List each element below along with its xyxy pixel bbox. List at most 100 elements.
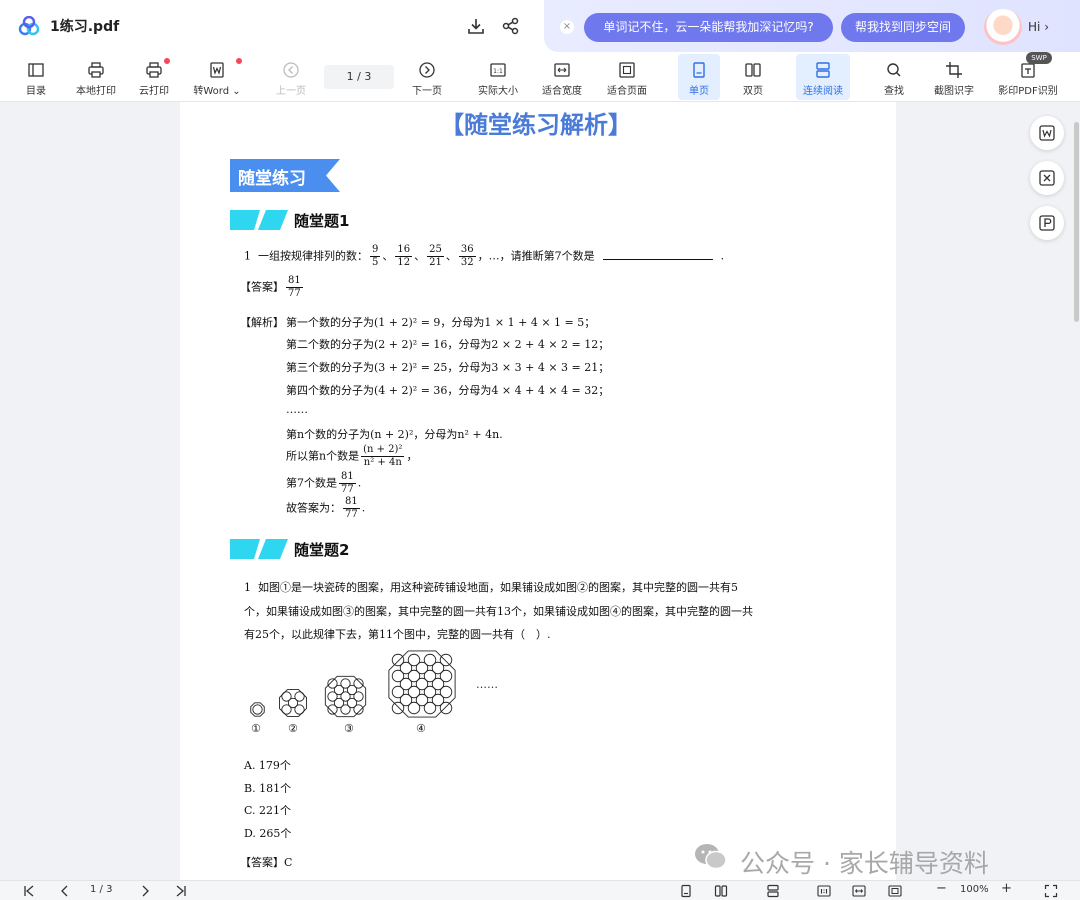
tile-circle bbox=[399, 677, 413, 691]
side-to-ppt-button[interactable] bbox=[1030, 206, 1064, 240]
section-label: 随堂练习 bbox=[238, 169, 306, 189]
app-logo-icon bbox=[18, 16, 40, 36]
q1-frac-1: 95 bbox=[370, 244, 381, 268]
double-page-label: 双页 bbox=[743, 86, 763, 97]
double-page-button[interactable]: 双页 bbox=[732, 52, 774, 102]
side-to-excel-button[interactable] bbox=[1030, 161, 1064, 195]
q1-frac-4: 36 32 bbox=[458, 244, 476, 268]
cloud-print-notification-dot bbox=[164, 58, 170, 64]
q2-heading: 随堂题2 bbox=[294, 541, 350, 559]
tile-circle bbox=[333, 684, 345, 696]
word-doc-icon bbox=[1039, 125, 1055, 141]
chevron-right-circle-icon bbox=[419, 62, 435, 78]
continuous-read-button[interactable]: 连续阅读 bbox=[796, 54, 850, 100]
watermark-text: 公众号 · 家长辅导资料 bbox=[740, 849, 989, 878]
ai-suggestion-memory-button[interactable]: 单词记不住，云一朵能帮我加深记忆吗? bbox=[584, 13, 833, 42]
side-to-word-button[interactable] bbox=[1030, 116, 1064, 150]
tile-figure bbox=[250, 702, 265, 717]
q1-analysis-line: …… bbox=[286, 403, 308, 416]
cloud-printer-icon bbox=[146, 62, 162, 78]
double-page-icon bbox=[745, 63, 761, 77]
zoom-out-button[interactable]: − bbox=[936, 881, 947, 896]
fit-page-button[interactable]: 适合页面 bbox=[600, 52, 654, 102]
download-icon[interactable] bbox=[466, 16, 486, 36]
fit-page-label: 适合页面 bbox=[607, 86, 647, 97]
share-icon[interactable] bbox=[501, 16, 521, 36]
screenshot-ocr-button[interactable]: 截图识字 bbox=[928, 52, 980, 102]
single-page-button[interactable]: 单页 bbox=[678, 54, 720, 100]
ai-bar-close-button[interactable]: × bbox=[560, 20, 574, 34]
tile-figure bbox=[324, 675, 367, 718]
q1-analysis-label: 【解析】 bbox=[240, 316, 284, 329]
q2-stem-line: 1 如图①是一块瓷砖的图案，用这种瓷砖铺设地面，如果铺设成如图②的图案，其中完整… bbox=[244, 581, 738, 594]
q1-answer-blank bbox=[602, 258, 713, 260]
ppt-doc-icon bbox=[1039, 215, 1055, 231]
tile-circle bbox=[431, 693, 445, 707]
q2-stem-line: 个，如果铺设成如图③的图案，其中完整的圆一共有13个，如果铺设成如图④的图案，其… bbox=[244, 605, 753, 618]
chevron-left-circle-icon bbox=[283, 62, 299, 78]
actual-size-icon[interactable] bbox=[817, 884, 831, 898]
next-page-label: 下一页 bbox=[412, 86, 442, 97]
page-number-input[interactable]: 1 / 3 bbox=[324, 65, 394, 89]
last-page-icon[interactable] bbox=[174, 884, 188, 898]
q1-heading: 随堂题1 bbox=[294, 212, 350, 230]
fit-page-icon[interactable] bbox=[888, 884, 902, 898]
double-page-icon[interactable] bbox=[714, 884, 728, 898]
q2-option: C. 221个 bbox=[244, 804, 292, 817]
first-page-icon[interactable] bbox=[22, 884, 36, 898]
crop-icon bbox=[946, 62, 962, 78]
single-page-icon[interactable] bbox=[679, 884, 693, 898]
figure-label: ① bbox=[251, 722, 261, 735]
tile-circle bbox=[415, 677, 429, 691]
assistant-greeting[interactable]: Hi › bbox=[1028, 20, 1049, 34]
fit-width-icon[interactable] bbox=[852, 884, 866, 898]
zoom-in-button[interactable]: + bbox=[1001, 881, 1012, 896]
prev-page-label: 上一页 bbox=[276, 86, 306, 97]
prev-page-button[interactable]: 上一页 bbox=[268, 52, 314, 102]
q1-answer: 【答案】 81 77 bbox=[240, 275, 303, 299]
word-icon bbox=[210, 62, 224, 78]
scanned-pdf-ocr-label: 影印PDF识别 bbox=[998, 86, 1058, 97]
continuous-read-icon bbox=[816, 62, 830, 78]
tile-circle bbox=[346, 697, 358, 709]
q1-frac-3: 25 21 bbox=[427, 244, 444, 268]
find-button[interactable]: 查找 bbox=[874, 52, 914, 102]
local-print-button[interactable]: 本地打印 bbox=[68, 52, 124, 102]
q1-general-term: 所以第n个数是 (n + 2)² n² + 4n， bbox=[286, 444, 418, 468]
cloud-print-label: 云打印 bbox=[139, 86, 169, 97]
q1-analysis-line: 第一个数的分子为(1 + 2)² = 9，分母为1 × 1 + 4 × 1 = … bbox=[286, 316, 596, 329]
figure-label: ② bbox=[288, 722, 298, 735]
tile-circle bbox=[399, 661, 413, 675]
prev-page-icon[interactable] bbox=[58, 884, 72, 898]
fit-page-icon bbox=[619, 62, 635, 78]
assistant-avatar[interactable] bbox=[984, 9, 1022, 45]
ai-suggestion-sync-space-button[interactable]: 帮我找到同步空间 bbox=[841, 13, 965, 42]
tile-circle bbox=[333, 697, 345, 709]
q1-analysis-line: 第三个数的分子为(3 + 2)² = 25，分母为3 × 3 + 4 × 3 =… bbox=[286, 361, 610, 374]
toc-button[interactable]: 目录 bbox=[16, 52, 56, 102]
find-label: 查找 bbox=[884, 86, 904, 97]
screenshot-ocr-label: 截图识字 bbox=[934, 86, 974, 97]
next-page-button[interactable]: 下一页 bbox=[404, 52, 450, 102]
fit-width-button[interactable]: 适合宽度 bbox=[536, 52, 588, 102]
continuous-read-icon[interactable] bbox=[766, 884, 780, 898]
status-page-indicator[interactable]: 1 / 3 bbox=[90, 884, 112, 895]
fullscreen-icon[interactable] bbox=[1044, 884, 1058, 898]
reader-toolbar: 目录 本地打印 云打印 转Word ⌄ 上一页 下一页 1:1 实际大小 适合宽… bbox=[0, 52, 1080, 102]
tile-circle bbox=[287, 697, 299, 709]
tile-circle bbox=[399, 693, 413, 707]
next-page-icon[interactable] bbox=[138, 884, 152, 898]
svg-text:1:1: 1:1 bbox=[493, 68, 503, 75]
to-word-notification-dot bbox=[236, 58, 242, 64]
continuous-read-label: 连续阅读 bbox=[803, 86, 843, 97]
q1-heading-decoration bbox=[230, 210, 288, 230]
status-bar: 1 / 3 − 100% + bbox=[0, 880, 1080, 900]
zoom-level[interactable]: 100% bbox=[960, 884, 989, 895]
tile-circle bbox=[415, 693, 429, 707]
q2-option: A. 179个 bbox=[244, 759, 291, 772]
vertical-scrollbar[interactable] bbox=[1074, 122, 1079, 322]
tile-circle bbox=[252, 704, 263, 715]
tile-circle bbox=[431, 661, 445, 675]
to-word-label: 转Word ⌄ bbox=[193, 86, 241, 97]
actual-size-button[interactable]: 1:1 实际大小 bbox=[470, 52, 526, 102]
